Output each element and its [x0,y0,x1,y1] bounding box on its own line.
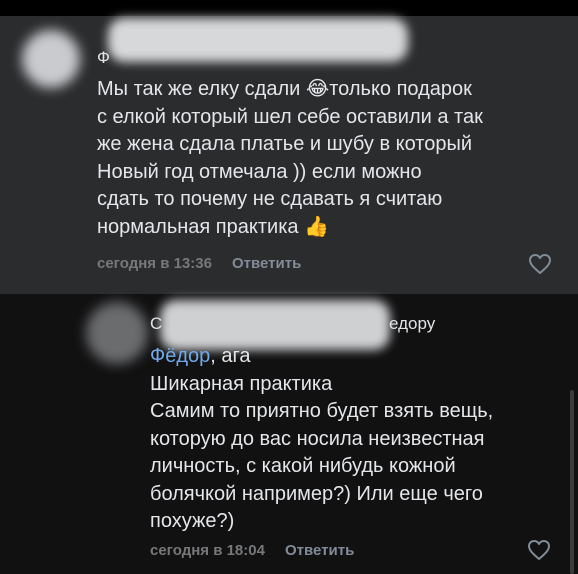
comment-line: , ага [210,345,251,367]
comment-text: Фёдор, ага Шикарная практика Самим то пр… [150,343,493,536]
heart-outline-icon[interactable] [527,539,551,561]
comment-line: личность, с какой нибудь кожной [150,455,456,477]
comment-time[interactable]: сегодня в 18:04 [150,542,265,559]
comment-time[interactable]: сегодня в 13:36 [97,255,212,272]
comment-line: болячкой например?) Или еще чего [150,482,483,505]
comment-text: Мы так же елку сдали 😂только подарок с е… [97,76,483,241]
comment-line: с елкой который шел себе оставили а так [97,105,483,128]
comment-line: Самим то приятно будет взять вещь, [150,400,494,422]
comment-line: Мы так же елку сдали 😂только подарок [97,78,472,100]
reply-button[interactable]: Ответить [285,542,354,559]
reply-to-fragment: едору [389,314,436,333]
author-name-fragment[interactable]: Ф [97,48,110,68]
avatar[interactable] [86,302,148,364]
comment-line: Новый год отмечала )) если можно [97,160,422,183]
comment-line: сдать то почему не сдавать я считаю [97,188,443,210]
comment-line: же жена сдала платье и шубу в который [97,133,473,155]
reply-to-link[interactable]: Фёдор [150,345,210,367]
avatar[interactable] [22,30,80,88]
comment-line: нормальная практика 👍 [97,215,329,238]
comment-line: Шикарная практика [150,372,333,395]
reply-button[interactable]: Ответить [232,255,301,272]
comment-meta: сегодня в 13:36 Ответить [97,255,301,272]
scrollbar[interactable] [570,390,574,574]
top-bar [0,0,578,16]
heart-outline-icon[interactable] [528,253,552,275]
comment-meta: сегодня в 18:04 Ответить [150,542,354,559]
blurred-author-name [108,18,408,62]
comment-line: похуже?) [150,510,235,532]
author-name-fragment[interactable]: С [150,314,162,334]
comment-line: которую до вас носила неизвестная [150,427,485,450]
